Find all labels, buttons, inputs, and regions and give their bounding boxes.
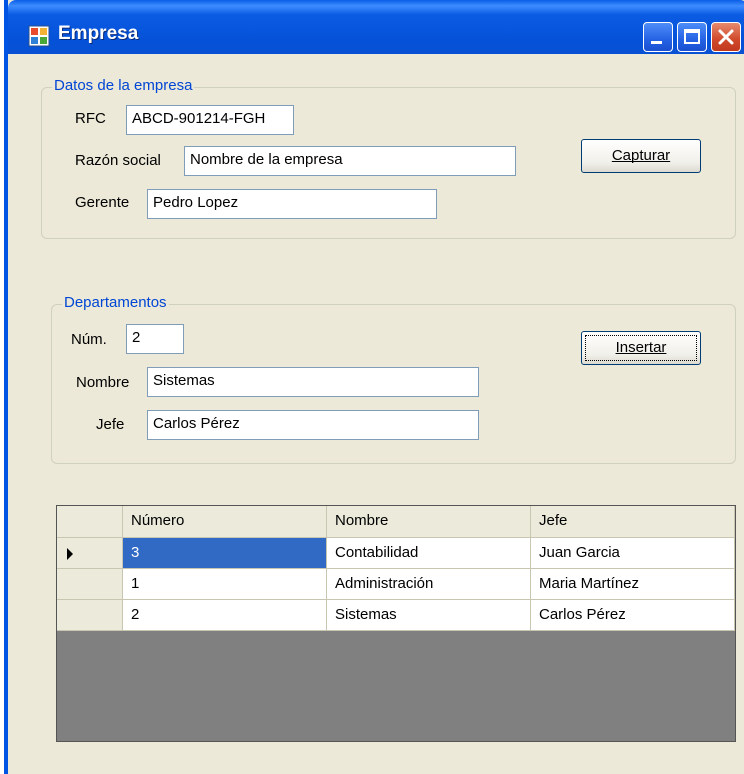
maximize-icon (684, 29, 700, 44)
nombre-field[interactable]: Sistemas (147, 367, 479, 397)
rfc-field[interactable]: ABCD-901214-FGH (126, 105, 294, 135)
row-header[interactable] (57, 600, 123, 631)
capturar-button[interactable]: Capturar (581, 139, 701, 173)
current-row-arrow-icon (67, 548, 73, 560)
grid-cell[interactable]: 3 (123, 538, 327, 569)
jefe-field[interactable]: Carlos Pérez (147, 410, 479, 440)
row-header[interactable] (57, 538, 123, 569)
departamentos-group-legend: Departamentos (62, 294, 169, 311)
maximize-button[interactable] (677, 22, 707, 52)
grid-cell[interactable]: Maria Martínez (531, 569, 735, 600)
departamentos-grid[interactable]: Número Nombre Jefe 3 Contabilidad Juan G… (56, 505, 736, 742)
rfc-label: RFC (75, 110, 106, 127)
grid-cell[interactable]: Contabilidad (327, 538, 531, 569)
app-icon (28, 25, 50, 47)
grid-cell[interactable]: Juan Garcia (531, 538, 735, 569)
column-header-jefe[interactable]: Jefe (531, 506, 735, 538)
grid-corner-header (57, 506, 123, 538)
gerente-field[interactable]: Pedro Lopez (147, 189, 437, 219)
grid-cell[interactable]: Carlos Pérez (531, 600, 735, 631)
app-window: Empresa Datos de la empresa RFC ABCD-901… (4, 0, 744, 774)
close-button[interactable] (711, 22, 741, 52)
razon-social-field[interactable]: Nombre de la empresa (184, 146, 516, 176)
grid-cell[interactable]: Administración (327, 569, 531, 600)
column-header-numero[interactable]: Número (123, 506, 327, 538)
grid-cell[interactable]: Sistemas (327, 600, 531, 631)
row-header[interactable] (57, 569, 123, 600)
insertar-button[interactable]: Insertar (581, 331, 701, 365)
empresa-group-legend: Datos de la empresa (52, 77, 195, 94)
close-icon (718, 29, 734, 45)
column-header-nombre[interactable]: Nombre (327, 506, 531, 538)
capturar-button-label: Capturar (611, 147, 671, 164)
grid-cell[interactable]: 1 (123, 569, 327, 600)
gerente-label: Gerente (75, 194, 130, 211)
jefe-label: Jefe (96, 416, 125, 433)
minimize-button[interactable] (643, 22, 673, 52)
minimize-icon (651, 41, 662, 44)
insertar-button-label: Insertar (615, 339, 667, 356)
razon-social-label: Razón social (75, 152, 161, 169)
grid-cell[interactable]: 2 (123, 600, 327, 631)
nombre-label: Nombre (76, 374, 130, 391)
window-title: Empresa (58, 23, 139, 44)
num-field[interactable]: 2 (126, 324, 184, 354)
num-label: Núm. (71, 331, 107, 348)
